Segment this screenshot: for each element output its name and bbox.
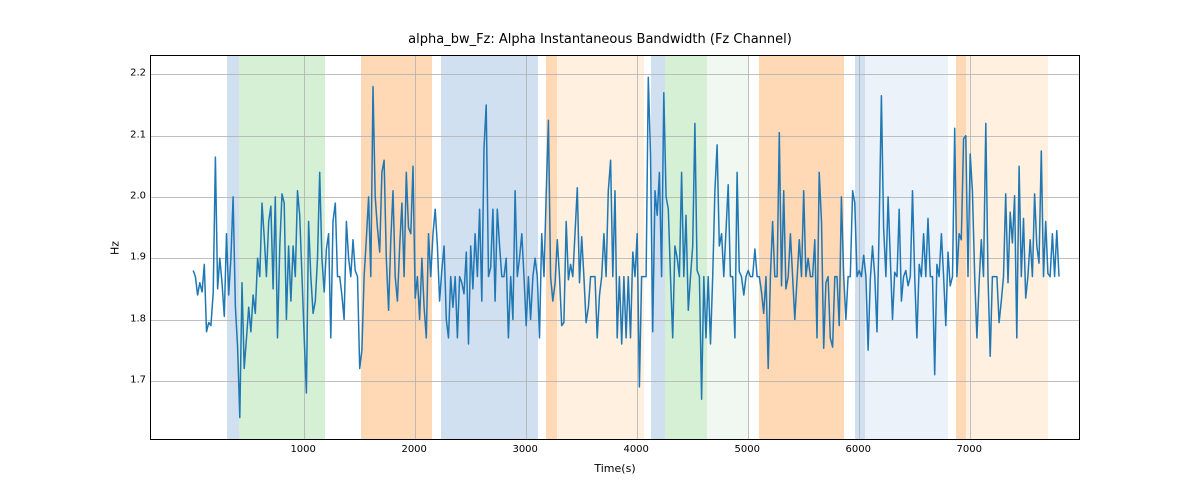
xtick-label: 6000 xyxy=(845,444,870,455)
xtick-label: 3000 xyxy=(512,444,537,455)
series-line xyxy=(151,56,1079,439)
ytick-label: 1.7 xyxy=(120,374,146,385)
ytick-label: 1.9 xyxy=(120,252,146,263)
plot-axes xyxy=(150,55,1080,440)
xtick-label: 7000 xyxy=(956,444,981,455)
ytick-label: 2.2 xyxy=(120,68,146,79)
y-axis-label: Hz xyxy=(108,55,122,440)
ytick-label: 2.1 xyxy=(120,129,146,140)
xtick-label: 5000 xyxy=(734,444,759,455)
chart-title: alpha_bw_Fz: Alpha Instantaneous Bandwid… xyxy=(0,32,1200,47)
figure: alpha_bw_Fz: Alpha Instantaneous Bandwid… xyxy=(0,0,1200,500)
xtick-label: 4000 xyxy=(623,444,648,455)
ytick-label: 1.8 xyxy=(120,313,146,324)
xtick-label: 1000 xyxy=(290,444,315,455)
ytick-label: 2.0 xyxy=(120,190,146,201)
xtick-label: 2000 xyxy=(401,444,426,455)
x-axis-label: Time(s) xyxy=(150,462,1080,475)
